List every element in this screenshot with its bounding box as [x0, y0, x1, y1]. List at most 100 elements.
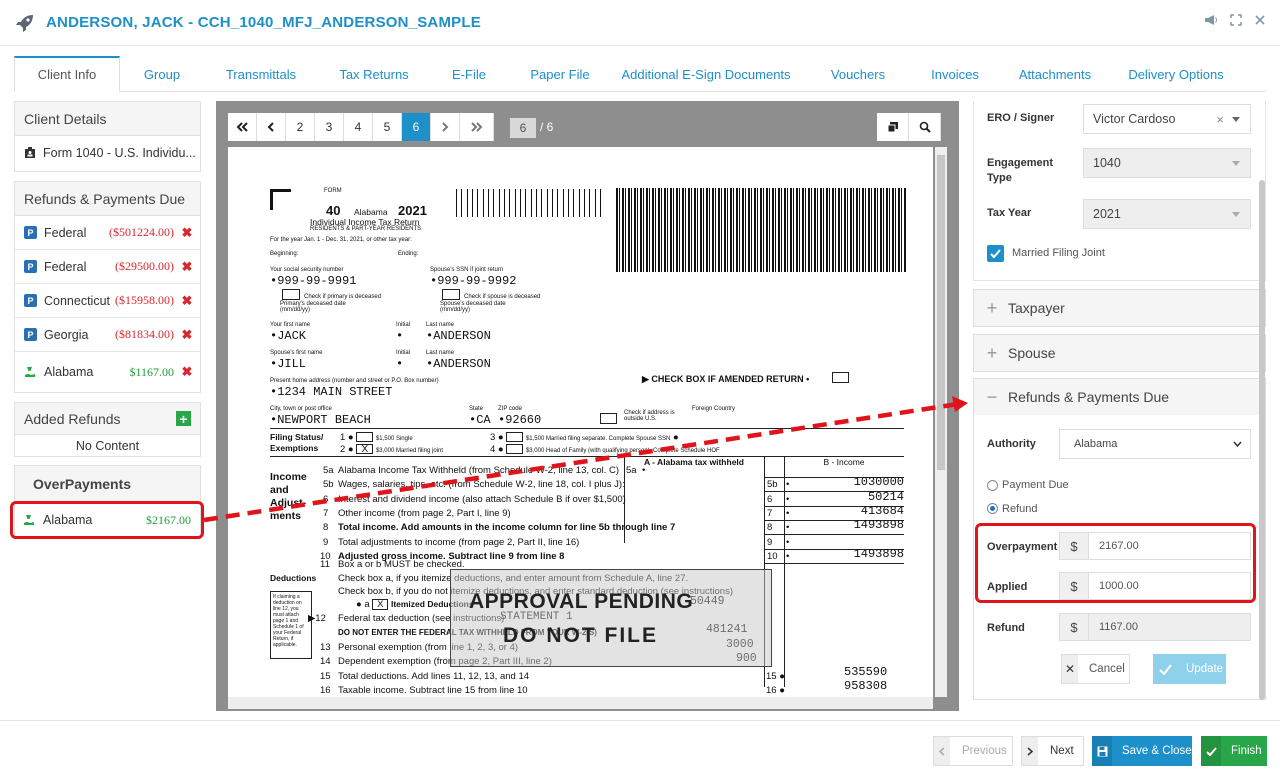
line-bullet: • — [786, 507, 790, 519]
engagement-select[interactable]: 1040 — [1083, 148, 1251, 178]
checkbox — [282, 289, 300, 300]
barcode-bar — [461, 189, 462, 217]
next-button[interactable]: Next — [1021, 736, 1084, 766]
client-form-label: Form 1040 - U.S. Individu... — [43, 146, 196, 160]
line-ref: 6 — [767, 493, 773, 505]
chevron-left-icon — [934, 737, 950, 765]
ero-select[interactable]: Victor Cardoso × — [1083, 104, 1251, 134]
taxpayer-accordion[interactable]: + Taxpayer — [973, 289, 1266, 327]
finish-button[interactable]: Finish — [1201, 736, 1267, 766]
list-item[interactable]: P Federal ($501224.00) ✖ — [15, 216, 200, 250]
income-section-label: Income and Adjust-ments — [270, 471, 307, 522]
tab-client-info[interactable]: Client Info — [14, 56, 120, 92]
line-ref: 7 — [767, 507, 773, 519]
expand-icon[interactable] — [1230, 14, 1242, 29]
list-item[interactable]: Alabama $1167.00 ✖ — [15, 352, 200, 392]
copy-icon[interactable] — [877, 113, 909, 141]
save-close-button[interactable]: Save & Close — [1092, 736, 1192, 766]
tab-group[interactable]: Group — [120, 56, 204, 92]
right-scrollbar[interactable] — [1259, 180, 1265, 700]
payment-icon: P — [24, 328, 37, 341]
page-button[interactable]: 3 — [315, 113, 344, 141]
tab-e-file[interactable]: E-File — [430, 56, 508, 92]
line-ref: 8 — [767, 522, 773, 534]
next-page-button[interactable] — [431, 113, 460, 141]
tab-attachments[interactable]: Attachments — [994, 56, 1116, 92]
form-state: Alabama — [354, 207, 388, 217]
fs-line-1: 1 ● $1,500 Single — [340, 432, 413, 443]
delete-icon[interactable]: ✖ — [178, 364, 196, 380]
scroll-thumb[interactable] — [937, 155, 945, 470]
tab-tax-returns[interactable]: Tax Returns — [318, 56, 430, 92]
megaphone-icon[interactable] — [1204, 14, 1218, 29]
form-word: FORM — [324, 188, 342, 194]
rule — [764, 562, 904, 564]
previous-button[interactable]: Previous — [933, 736, 1013, 766]
tab-delivery-options[interactable]: Delivery Options — [1116, 56, 1236, 92]
tab-additional-e-sign[interactable]: Additional E-Sign Documents — [612, 56, 800, 92]
page-button[interactable]: 4 — [344, 113, 373, 141]
delete-icon[interactable]: ✖ — [178, 293, 196, 309]
client-details-header: Client Details — [15, 102, 200, 136]
cancel-button[interactable]: ✕ Cancel — [1061, 654, 1130, 684]
refunds-accordion[interactable]: − Refunds & Payments Due — [973, 378, 1266, 416]
list-item[interactable]: P Connecticut ($15958.00) ✖ — [15, 284, 200, 318]
list-item[interactable]: P Georgia ($81834.00) ✖ — [15, 318, 200, 352]
authority-select[interactable]: Alabama — [1059, 429, 1251, 459]
viewer-horizontal-scrollbar[interactable] — [228, 697, 933, 709]
tab-transmittals[interactable]: Transmittals — [204, 56, 318, 92]
zoom-icon[interactable] — [909, 113, 941, 141]
taxpayer-label: Taxpayer — [1008, 300, 1065, 316]
amended-label: ▶ CHECK BOX IF AMENDED RETURN • — [642, 374, 810, 384]
refunds-payments-panel: Refunds & Payments Due P Federal ($50122… — [14, 181, 201, 393]
line-text: Alabama Income Tax Withheld (from Schedu… — [338, 465, 620, 476]
barcode-bar — [472, 189, 473, 217]
refund-radio[interactable] — [987, 503, 998, 514]
refunds-accordion-label: Refunds & Payments Due — [1008, 389, 1170, 405]
spouse-accordion[interactable]: + Spouse — [973, 334, 1266, 372]
refund-value: 1167.00 — [1099, 621, 1138, 633]
update-button[interactable]: Update — [1153, 654, 1226, 684]
mfj-checkbox[interactable] — [987, 245, 1004, 262]
first-page-button[interactable] — [228, 113, 257, 141]
prev-page-button[interactable] — [257, 113, 286, 141]
stamp-line-1: APPROVAL PENDING — [469, 590, 694, 613]
finish-label: Finish — [1231, 745, 1262, 757]
last-page-button[interactable] — [460, 113, 494, 141]
viewer-vertical-scrollbar[interactable] — [935, 147, 947, 697]
refund-radio-label: Refund — [1002, 503, 1038, 515]
barcode-bar — [477, 189, 478, 217]
amount: ($15958.00) — [115, 293, 174, 307]
barcode-bar — [499, 189, 500, 217]
list-item[interactable]: P Federal ($29500.00) ✖ — [15, 250, 200, 284]
barcode-bar — [525, 189, 526, 217]
ero-value: Victor Cardoso — [1093, 112, 1176, 126]
page-number-input[interactable]: 6 — [510, 118, 536, 138]
form-number: 40 — [326, 203, 341, 218]
spouse-first-value: •JILL — [270, 357, 307, 371]
line-15-text: Total deductions. Add lines 11, 12, 13, … — [338, 671, 530, 682]
tab-invoices[interactable]: Invoices — [916, 56, 994, 92]
page-button[interactable]: 5 — [373, 113, 402, 141]
payment-due-radio[interactable] — [987, 480, 998, 491]
page-button-active[interactable]: 6 — [402, 113, 431, 141]
tab-paper-file[interactable]: Paper File — [508, 56, 612, 92]
line-number: 5b — [323, 479, 334, 491]
tax-form-page: FORM 40 Alabama 2021 Individual Income T… — [228, 147, 933, 697]
client-form-item[interactable]: Form 1040 - U.S. Individu... — [15, 136, 200, 170]
delete-icon[interactable]: ✖ — [178, 327, 196, 343]
line-text: Interest and dividend income (also attac… — [338, 493, 626, 505]
approval-stamp: APPROVAL PENDING DO NOT FILE — [450, 569, 772, 667]
tax-year-select[interactable]: 2021 — [1083, 199, 1251, 229]
tab-vouchers[interactable]: Vouchers — [800, 56, 916, 92]
add-icon[interactable]: + — [176, 411, 191, 427]
close-icon[interactable] — [1254, 14, 1266, 29]
fs-line-4: 4 ● $3,000 Head of Family (with qualifyi… — [490, 444, 720, 455]
clear-icon[interactable]: × — [1216, 112, 1224, 127]
page-button[interactable]: 2 — [286, 113, 315, 141]
barcode — [456, 189, 601, 217]
delete-icon[interactable]: ✖ — [178, 225, 196, 241]
barcode-bar — [541, 189, 542, 217]
filing-status-label: Filing Status/ Exemptions — [270, 432, 324, 453]
delete-icon[interactable]: ✖ — [178, 259, 196, 275]
